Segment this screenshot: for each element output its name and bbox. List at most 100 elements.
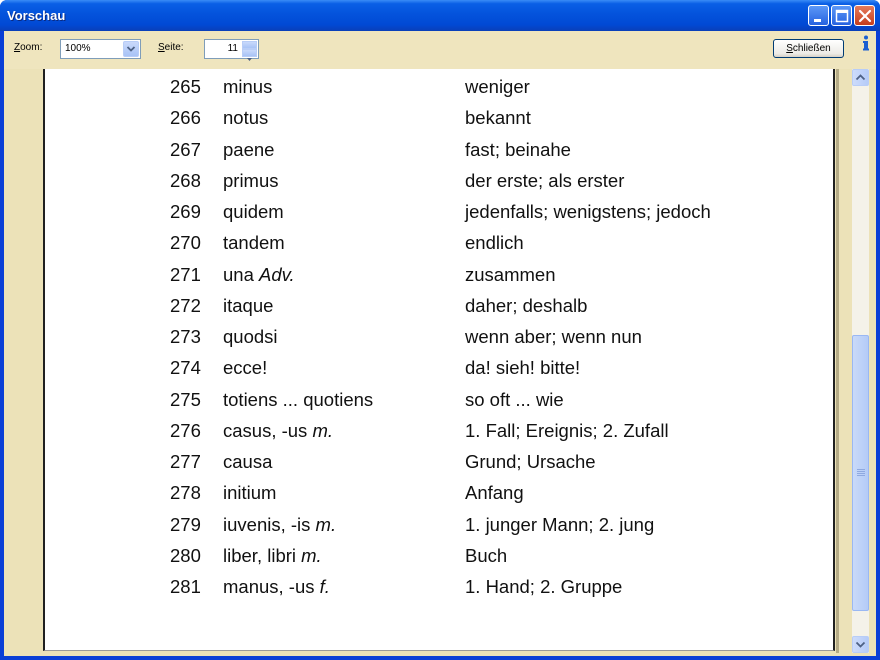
latin-text: minus [223,76,273,97]
vocab-number: 268 [170,169,201,191]
chevron-down-icon [126,46,136,52]
german-translation: endlich [465,232,524,254]
vocab-number: 273 [170,326,201,347]
minimize-icon [814,19,821,22]
german-translation: 1. junger Mann; 2. jung [465,513,655,535]
latin-word: paene [223,139,274,161]
page-up-button[interactable] [242,41,257,54]
window-bottom-border [0,656,880,660]
latin-word: manus, -us f. [223,576,330,598]
toolbar: Zoom: 100% Seite: 11 Schließen [4,31,876,69]
german-translation: 1. Fall; Ereignis; 2. Zufall [465,419,669,441]
vocab-number: 276 [170,419,201,441]
vertical-scrollbar[interactable] [852,69,869,653]
german-translation: so oft ... wie [465,388,564,410]
latin-word: liber, libri m. [223,545,322,567]
page-down-button[interactable] [242,49,257,61]
arrow-down-icon [247,58,252,61]
german-translation: jedenfalls; wenigstens; jedoch [465,201,711,222]
latin-grammar-note: f. [319,576,330,597]
vocab-number: 265 [170,76,201,97]
latin-grammar-note: m. [301,544,322,566]
latin-text: paene [223,138,275,160]
latin-word: tandem [223,232,285,254]
close-button[interactable]: Schließen [773,39,844,58]
grip-line [857,469,865,470]
vocab-number: 279 [170,513,201,535]
title-bar[interactable]: Vorschau [0,0,880,31]
latin-text: quidem [223,201,284,222]
latin-text: una [223,263,260,285]
vocab-number: 267 [170,138,201,160]
german-translation: daher; deshalb [465,294,588,316]
latin-text: iuvenis, -is [223,513,316,535]
grip-line [857,475,865,476]
preview-page: 265 minus weniger 266 notus bekannt 267 paene fa… [43,69,835,651]
latin-word: itaque [223,295,273,317]
german-translation: da! sieh! bitte! [465,357,581,379]
latin-text: manus, -us [223,576,320,597]
preview-window: Vorschau Zoom: 100% Seite: 11 Schließen … [0,0,880,660]
latin-word: primus [223,170,279,192]
latin-grammar-note: m. [312,419,334,441]
latin-text: liber, libri [223,544,302,566]
page-shadow [836,69,839,653]
latin-text: quodsi [223,326,278,347]
maximize-button[interactable] [831,5,852,26]
vocab-number: 280 [170,544,201,566]
latin-word: quidem [223,201,284,223]
minimize-button[interactable] [808,5,829,26]
zoom-dropdown-button[interactable] [123,41,139,57]
vocab-number: 281 [170,576,201,597]
chevron-down-icon [855,641,866,648]
german-translation: Anfang [465,482,524,504]
latin-text: causa [223,451,273,472]
latin-word: iuvenis, -is m. [223,514,336,536]
vocab-number: 275 [170,388,201,410]
scroll-thumb[interactable] [852,335,869,611]
close-icon [858,9,872,23]
vocab-number: 270 [170,232,201,254]
german-translation: 1. Hand; 2. Gruppe [465,576,623,597]
info-icon[interactable] [861,35,871,51]
vocab-number: 269 [170,201,201,222]
german-translation: zusammen [465,263,556,285]
latin-word: ecce! [223,357,267,379]
page-number-spinner[interactable]: 11 [204,39,259,61]
german-translation: der erste; als erster [465,169,625,191]
latin-text: notus [223,107,269,129]
latin-word: initium [223,482,276,504]
latin-text: totiens ... quotiens [223,388,374,410]
chevron-up-icon [855,74,866,81]
latin-word: quodsi [223,326,278,348]
vocab-number: 271 [170,263,201,285]
latin-word: notus [223,107,268,129]
preview-area[interactable]: 265 minus weniger 266 notus bekannt 267 paene fa… [4,69,852,656]
grip-line [857,471,865,472]
latin-grammar-note: m. [315,513,337,535]
close-window-button[interactable] [854,5,875,26]
latin-text: primus [223,169,279,191]
window-client: Zoom: 100% Seite: 11 Schließen 265 minus… [4,31,876,656]
latin-word: minus [223,76,272,98]
page-number-value: 11 [227,43,238,54]
latin-grammar-note: Adv. [259,263,295,285]
latin-text: casus, -us [223,419,313,441]
german-translation: bekannt [465,107,531,129]
grip-line [857,473,865,474]
vocab-number: 274 [170,357,201,379]
zoom-label: Zoom: [14,42,43,53]
vocab-number: 278 [170,482,201,504]
scroll-down-button[interactable] [852,636,869,653]
latin-word: casus, -us m. [223,420,333,442]
scroll-up-button[interactable] [852,69,869,86]
latin-word: causa [223,451,272,473]
latin-word: una Adv. [223,264,295,286]
latin-word: totiens ... quotiens [223,389,373,411]
latin-text: tandem [223,232,285,254]
vocab-number: 272 [170,294,201,316]
german-translation: wenn aber; wenn nun [465,326,642,347]
zoom-value: 100% [65,43,91,54]
zoom-select[interactable]: 100% [60,39,141,59]
window-title: Vorschau [7,8,66,23]
